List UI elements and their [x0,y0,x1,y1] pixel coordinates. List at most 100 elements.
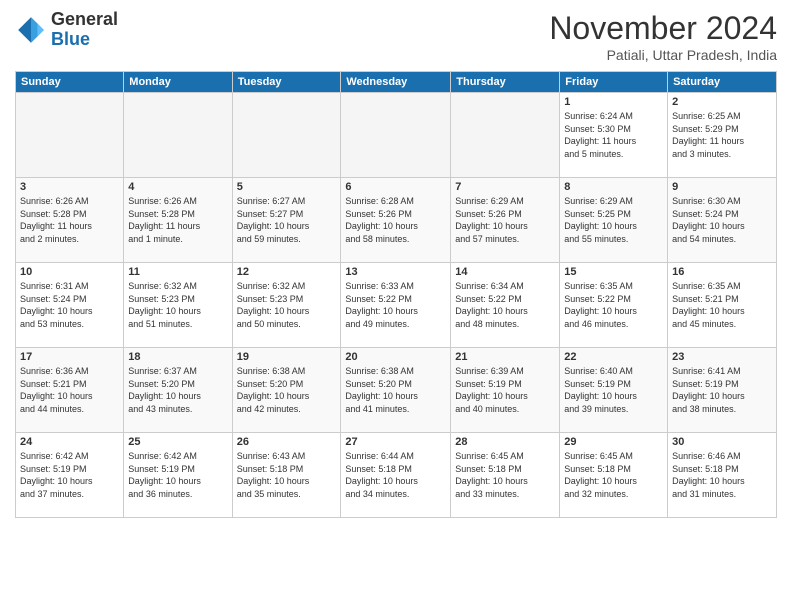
calendar-cell: 30Sunrise: 6:46 AM Sunset: 5:18 PM Dayli… [668,433,777,518]
calendar-cell: 20Sunrise: 6:38 AM Sunset: 5:20 PM Dayli… [341,348,451,433]
title-block: November 2024 Patiali, Uttar Pradesh, In… [549,10,777,63]
location-subtitle: Patiali, Uttar Pradesh, India [549,47,777,63]
calendar-cell: 12Sunrise: 6:32 AM Sunset: 5:23 PM Dayli… [232,263,341,348]
calendar-cell: 3 Sunrise: 6:26 AM Sunset: 5:28 PM Daylig… [16,178,124,263]
day-number: 19 [237,351,337,363]
calendar-cell: 25 Sunrise: 6:42 AM Sunset: 5:19 PM Dayli… [124,433,232,518]
calendar-cell: 4 Sunrise: 6:26 AM Sunset: 5:28 PM Daylig… [124,178,232,263]
day-info: Sunrise: 6:44 AM Sunset: 5:18 PM Dayligh… [345,450,446,500]
calendar-week-1: 1Sunrise: 6:24 AM Sunset: 5:30 PM Daylig… [16,93,777,178]
day-number: 15 [564,266,663,278]
weekday-header-saturday: Saturday [668,72,777,93]
day-info: Sunrise: 6:26 AM Sunset: 5:28 PM Dayligh… [20,195,119,245]
day-info: Sunrise: 6:41 AM Sunset: 5:19 PM Dayligh… [672,365,772,415]
calendar-cell: 28Sunrise: 6:45 AM Sunset: 5:18 PM Dayli… [451,433,560,518]
day-number: 10 [20,266,119,278]
header: General Blue November 2024 Patiali, Utta… [15,10,777,63]
calendar-cell: 27 Sunrise: 6:44 AM Sunset: 5:18 PM Dayli… [341,433,451,518]
calendar-week-2: 3 Sunrise: 6:26 AM Sunset: 5:28 PM Daylig… [16,178,777,263]
calendar-cell: 26 Sunrise: 6:43 AM Sunset: 5:18 PM Dayli… [232,433,341,518]
calendar-cell: 17Sunrise: 6:36 AM Sunset: 5:21 PM Dayli… [16,348,124,433]
day-info: Sunrise: 6:29 AM Sunset: 5:26 PM Dayligh… [455,195,555,245]
day-info: Sunrise: 6:42 AM Sunset: 5:19 PM Dayligh… [128,450,227,500]
calendar-cell [16,93,124,178]
day-number: 4 [128,181,227,193]
logo-general: General [51,10,118,30]
day-info: Sunrise: 6:42 AM Sunset: 5:19 PM Dayligh… [20,450,119,500]
day-info: Sunrise: 6:33 AM Sunset: 5:22 PM Dayligh… [345,280,446,330]
calendar-cell: 8 Sunrise: 6:29 AM Sunset: 5:25 PM Daylig… [560,178,668,263]
weekday-header-wednesday: Wednesday [341,72,451,93]
day-info: Sunrise: 6:39 AM Sunset: 5:19 PM Dayligh… [455,365,555,415]
calendar-cell: 18 Sunrise: 6:37 AM Sunset: 5:20 PM Dayli… [124,348,232,433]
calendar-cell [341,93,451,178]
weekday-header-monday: Monday [124,72,232,93]
day-number: 27 [345,436,446,448]
calendar-cell [451,93,560,178]
calendar-cell: 21 Sunrise: 6:39 AM Sunset: 5:19 PM Dayli… [451,348,560,433]
day-number: 3 [20,181,119,193]
calendar-cell: 23 Sunrise: 6:41 AM Sunset: 5:19 PM Dayli… [668,348,777,433]
day-info: Sunrise: 6:32 AM Sunset: 5:23 PM Dayligh… [128,280,227,330]
day-info: Sunrise: 6:35 AM Sunset: 5:22 PM Dayligh… [564,280,663,330]
day-number: 22 [564,351,663,363]
calendar-cell: 2 Sunrise: 6:25 AM Sunset: 5:29 PM Daylig… [668,93,777,178]
day-number: 25 [128,436,227,448]
day-number: 21 [455,351,555,363]
calendar-week-3: 10 Sunrise: 6:31 AM Sunset: 5:24 PM Dayli… [16,263,777,348]
day-number: 20 [345,351,446,363]
day-info: Sunrise: 6:43 AM Sunset: 5:18 PM Dayligh… [237,450,337,500]
weekday-header-friday: Friday [560,72,668,93]
day-info: Sunrise: 6:29 AM Sunset: 5:25 PM Dayligh… [564,195,663,245]
day-info: Sunrise: 6:25 AM Sunset: 5:29 PM Dayligh… [672,110,772,160]
calendar-cell: 7 Sunrise: 6:29 AM Sunset: 5:26 PM Daylig… [451,178,560,263]
day-number: 8 [564,181,663,193]
day-info: Sunrise: 6:45 AM Sunset: 5:18 PM Dayligh… [455,450,555,500]
day-number: 26 [237,436,337,448]
day-number: 5 [237,181,337,193]
calendar-cell: 19 Sunrise: 6:38 AM Sunset: 5:20 PM Dayli… [232,348,341,433]
day-number: 9 [672,181,772,193]
day-info: Sunrise: 6:31 AM Sunset: 5:24 PM Dayligh… [20,280,119,330]
calendar-cell: 1Sunrise: 6:24 AM Sunset: 5:30 PM Daylig… [560,93,668,178]
day-number: 12 [237,266,337,278]
day-info: Sunrise: 6:28 AM Sunset: 5:26 PM Dayligh… [345,195,446,245]
day-number: 14 [455,266,555,278]
day-info: Sunrise: 6:24 AM Sunset: 5:30 PM Dayligh… [564,110,663,160]
day-info: Sunrise: 6:37 AM Sunset: 5:20 PM Dayligh… [128,365,227,415]
calendar-cell: 22Sunrise: 6:40 AM Sunset: 5:19 PM Dayli… [560,348,668,433]
day-number: 18 [128,351,227,363]
day-number: 16 [672,266,772,278]
day-info: Sunrise: 6:38 AM Sunset: 5:20 PM Dayligh… [237,365,337,415]
weekday-header-row: SundayMondayTuesdayWednesdayThursdayFrid… [16,72,777,93]
day-info: Sunrise: 6:26 AM Sunset: 5:28 PM Dayligh… [128,195,227,245]
day-info: Sunrise: 6:30 AM Sunset: 5:24 PM Dayligh… [672,195,772,245]
calendar-cell: 13 Sunrise: 6:33 AM Sunset: 5:22 PM Dayli… [341,263,451,348]
calendar-cell: 24Sunrise: 6:42 AM Sunset: 5:19 PM Dayli… [16,433,124,518]
day-number: 23 [672,351,772,363]
day-info: Sunrise: 6:35 AM Sunset: 5:21 PM Dayligh… [672,280,772,330]
logo-blue: Blue [51,30,118,50]
calendar-cell [124,93,232,178]
weekday-header-tuesday: Tuesday [232,72,341,93]
day-number: 11 [128,266,227,278]
month-title: November 2024 [549,10,777,47]
calendar-cell: 9 Sunrise: 6:30 AM Sunset: 5:24 PM Daylig… [668,178,777,263]
weekday-header-thursday: Thursday [451,72,560,93]
calendar-cell: 10 Sunrise: 6:31 AM Sunset: 5:24 PM Dayli… [16,263,124,348]
calendar-table: SundayMondayTuesdayWednesdayThursdayFrid… [15,71,777,518]
day-number: 2 [672,96,772,108]
day-number: 13 [345,266,446,278]
calendar-week-4: 17Sunrise: 6:36 AM Sunset: 5:21 PM Dayli… [16,348,777,433]
logo-text: General Blue [51,10,118,50]
day-number: 7 [455,181,555,193]
logo-icon [15,14,47,46]
calendar-week-5: 24Sunrise: 6:42 AM Sunset: 5:19 PM Dayli… [16,433,777,518]
day-number: 29 [564,436,663,448]
day-number: 6 [345,181,446,193]
calendar-cell: 15 Sunrise: 6:35 AM Sunset: 5:22 PM Dayli… [560,263,668,348]
day-number: 17 [20,351,119,363]
calendar-cell: 29Sunrise: 6:45 AM Sunset: 5:18 PM Dayli… [560,433,668,518]
calendar-cell: 5Sunrise: 6:27 AM Sunset: 5:27 PM Daylig… [232,178,341,263]
logo: General Blue [15,10,118,50]
